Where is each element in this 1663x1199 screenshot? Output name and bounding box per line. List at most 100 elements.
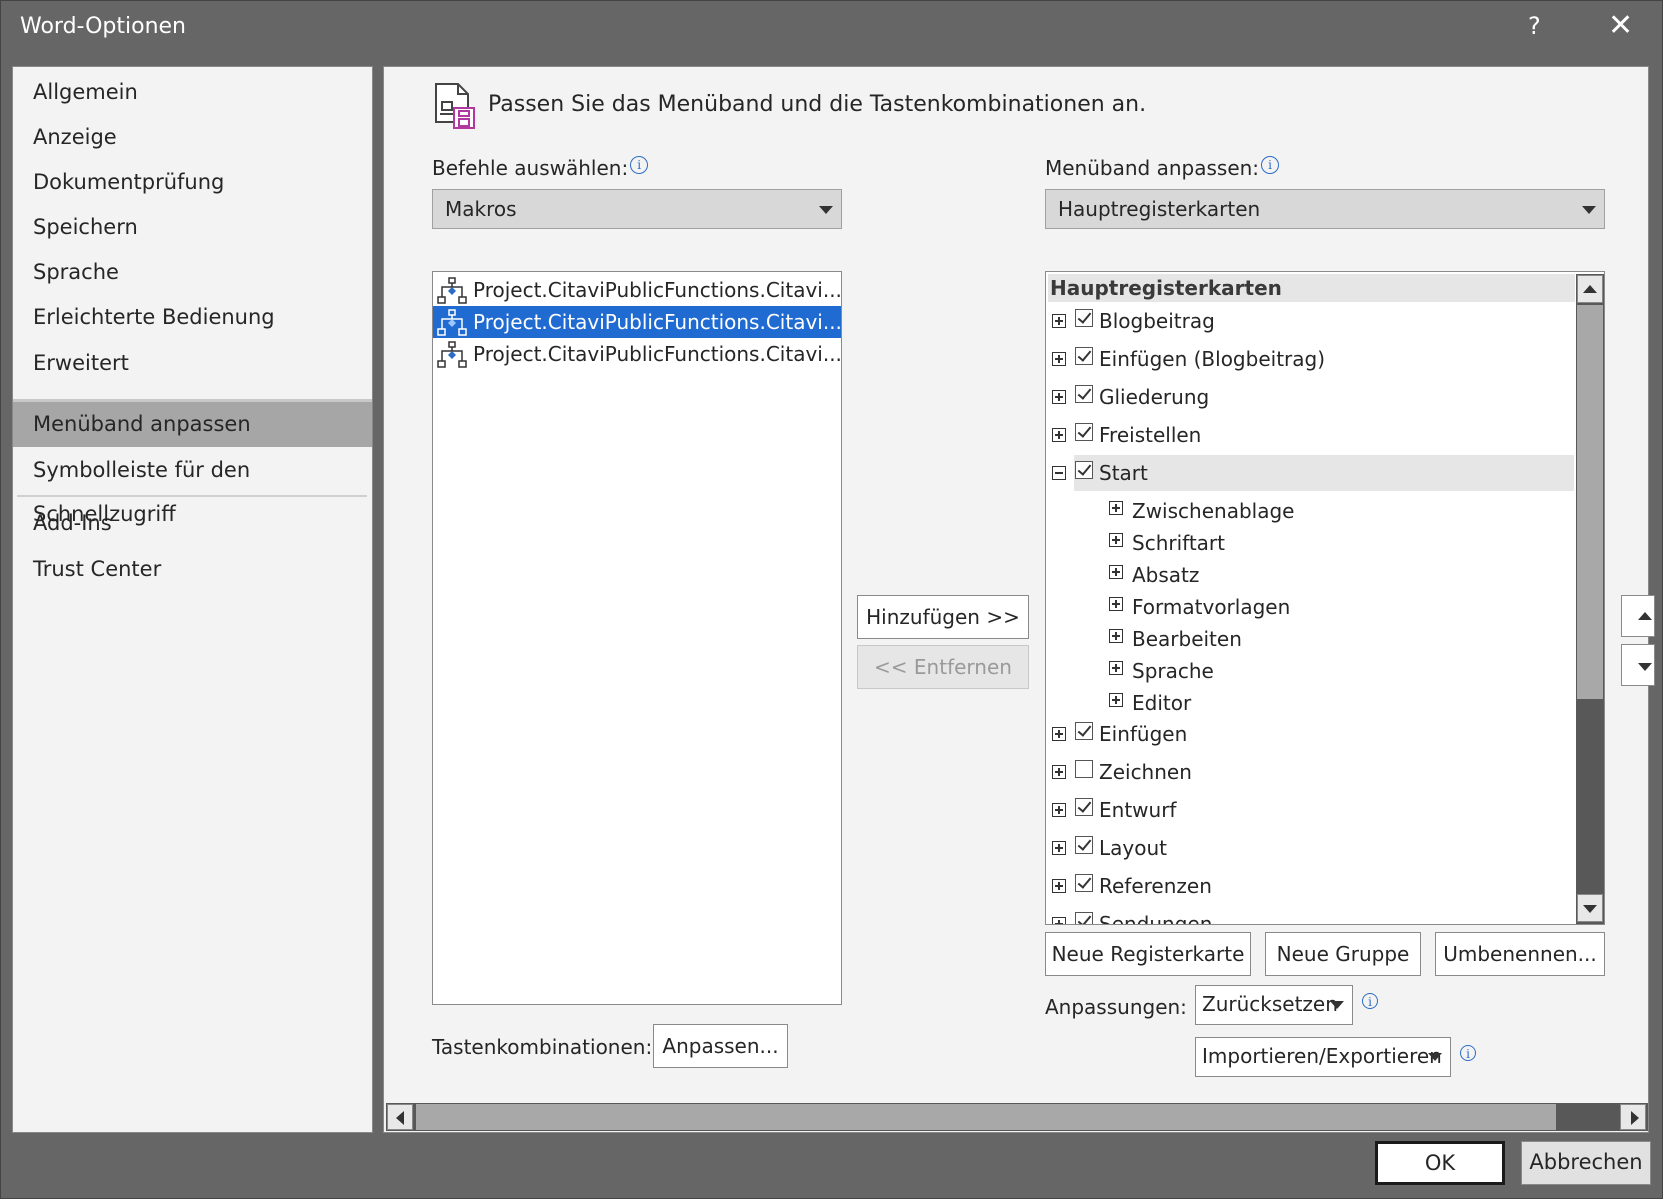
reset-dropdown[interactable]: Zurücksetzen <box>1195 985 1353 1025</box>
new-tab-button[interactable]: Neue Registerkarte <box>1045 932 1251 976</box>
info-icon[interactable]: i <box>1261 156 1280 174</box>
checkbox[interactable] <box>1075 874 1093 892</box>
tree-group-bearbeiten[interactable]: Bearbeiten <box>1046 623 1574 655</box>
ok-button[interactable]: OK <box>1375 1141 1505 1185</box>
tree-node-label: Zeichnen <box>1099 760 1192 784</box>
checkbox[interactable] <box>1075 722 1093 740</box>
list-item-label: Project.CitaviPublicFunctions.Citavi... <box>473 310 841 334</box>
tree-node-layout[interactable]: Layout <box>1046 830 1574 866</box>
expand-icon[interactable] <box>1052 390 1066 404</box>
tree-node-einfuegen-blog[interactable]: Einfügen (Blogbeitrag) <box>1046 341 1574 377</box>
expand-icon[interactable] <box>1052 428 1066 442</box>
expand-icon[interactable] <box>1109 565 1123 579</box>
ribbon-tree[interactable]: Hauptregisterkarten Blogbeitrag Einfügen… <box>1045 271 1605 925</box>
import-export-dropdown[interactable]: Importieren/Exportieren <box>1195 1037 1451 1077</box>
list-item-selected[interactable]: Project.CitaviPublicFunctions.Citavi... <box>433 306 841 338</box>
tree-node-start[interactable]: Start <box>1046 455 1574 491</box>
tree-node-label: Sprache <box>1132 659 1214 683</box>
tree-group-zwischenablage[interactable]: Zwischenablage <box>1046 495 1574 527</box>
move-down-button[interactable] <box>1621 644 1655 686</box>
sidebar-item-anzeige[interactable]: Anzeige <box>13 115 372 159</box>
checkbox[interactable] <box>1075 760 1093 778</box>
sidebar-item-erleichterte-bedienung[interactable]: Erleichterte Bedienung <box>13 295 372 339</box>
tree-node-referenzen[interactable]: Referenzen <box>1046 868 1574 904</box>
arrow-right-icon <box>1631 1111 1639 1125</box>
sidebar-item-dokumentpruefung[interactable]: Dokumentprüfung <box>13 160 372 204</box>
checkbox[interactable] <box>1075 912 1093 924</box>
tree-node-einfuegen[interactable]: Einfügen <box>1046 716 1574 752</box>
expand-icon[interactable] <box>1052 765 1066 779</box>
expand-icon[interactable] <box>1052 727 1066 741</box>
horizontal-scrollbar[interactable] <box>386 1103 1648 1131</box>
info-icon[interactable]: i <box>1362 993 1378 1009</box>
scroll-left-button[interactable] <box>387 1104 413 1130</box>
sidebar-item-speichern[interactable]: Speichern <box>13 205 372 249</box>
tree-node-gliederung[interactable]: Gliederung <box>1046 379 1574 415</box>
ribbon-label-text: Menüband anpassen: <box>1045 156 1260 180</box>
customize-shortcuts-button[interactable]: Anpassen... <box>653 1024 788 1068</box>
scroll-thumb[interactable] <box>1577 305 1603 699</box>
expand-icon[interactable] <box>1109 693 1123 707</box>
scroll-down-button[interactable] <box>1577 894 1603 922</box>
info-icon[interactable]: i <box>1460 1045 1476 1061</box>
tree-node-freistellen[interactable]: Freistellen <box>1046 417 1574 453</box>
new-group-button[interactable]: Neue Gruppe <box>1265 932 1421 976</box>
expand-icon[interactable] <box>1109 501 1123 515</box>
checkbox[interactable] <box>1075 347 1093 365</box>
checkbox[interactable] <box>1075 798 1093 816</box>
checkbox[interactable] <box>1075 836 1093 854</box>
expand-icon[interactable] <box>1052 314 1066 328</box>
add-button[interactable]: Hinzufügen >> <box>857 595 1029 639</box>
tree-node-entwurf[interactable]: Entwurf <box>1046 792 1574 828</box>
expand-icon[interactable] <box>1109 597 1123 611</box>
help-button[interactable]: ? <box>1528 12 1541 40</box>
expand-icon[interactable] <box>1109 661 1123 675</box>
scroll-thumb[interactable] <box>416 1104 1556 1130</box>
expand-icon[interactable] <box>1052 803 1066 817</box>
tree-group-sprache[interactable]: Sprache <box>1046 655 1574 687</box>
tree-node-sendungen[interactable]: Sendungen <box>1046 906 1574 924</box>
expand-icon[interactable] <box>1109 533 1123 547</box>
title-bar: Word-Optionen ? ✕ <box>0 0 1663 62</box>
info-icon[interactable]: i <box>630 156 649 174</box>
checkbox[interactable] <box>1075 309 1093 327</box>
close-button[interactable]: ✕ <box>1608 8 1633 43</box>
tree-node-blogbeitrag[interactable]: Blogbeitrag <box>1046 303 1574 339</box>
arrow-down-icon <box>1638 663 1652 671</box>
tree-scrollbar[interactable] <box>1576 274 1604 924</box>
sidebar-item-add-ins[interactable]: Add-Ins <box>13 501 372 545</box>
checkbox[interactable] <box>1075 385 1093 403</box>
rename-button[interactable]: Umbenennen... <box>1435 932 1605 976</box>
reset-label: Zurücksetzen <box>1202 992 1338 1016</box>
tree-group-absatz[interactable]: Absatz <box>1046 559 1574 591</box>
sidebar-separator <box>17 495 367 497</box>
expand-icon[interactable] <box>1052 352 1066 366</box>
sidebar-item-symbolleiste[interactable]: Symbolleiste für den Schnellzugriff <box>13 448 372 526</box>
sidebar-item-trust-center[interactable]: Trust Center <box>13 547 372 591</box>
move-up-button[interactable] <box>1621 595 1655 637</box>
expand-icon[interactable] <box>1109 629 1123 643</box>
tree-group-editor[interactable]: Editor <box>1046 687 1574 719</box>
checkbox[interactable] <box>1075 461 1093 479</box>
sidebar-item-allgemein[interactable]: Allgemein <box>13 70 372 114</box>
sidebar-item-menueband-anpassen[interactable]: Menüband anpassen <box>13 399 372 447</box>
tree-node-zeichnen[interactable]: Zeichnen <box>1046 754 1574 790</box>
list-item[interactable]: Project.CitaviPublicFunctions.Citavi... <box>433 274 841 306</box>
expand-icon[interactable] <box>1052 879 1066 893</box>
cancel-button[interactable]: Abbrechen <box>1521 1141 1651 1185</box>
expand-icon[interactable] <box>1052 917 1066 924</box>
commands-list[interactable]: Project.CitaviPublicFunctions.Citavi... … <box>432 271 842 1005</box>
tree-node-label: Formatvorlagen <box>1132 595 1291 619</box>
expand-icon[interactable] <box>1052 841 1066 855</box>
commands-dropdown[interactable]: Makros <box>432 189 842 229</box>
ribbon-dropdown[interactable]: Hauptregisterkarten <box>1045 189 1605 229</box>
sidebar-item-sprache[interactable]: Sprache <box>13 250 372 294</box>
scroll-right-button[interactable] <box>1620 1104 1646 1130</box>
list-item[interactable]: Project.CitaviPublicFunctions.Citavi... <box>433 338 841 370</box>
scroll-up-button[interactable] <box>1577 275 1603 303</box>
tree-group-formatvorlagen[interactable]: Formatvorlagen <box>1046 591 1574 623</box>
collapse-icon[interactable] <box>1052 466 1066 480</box>
checkbox[interactable] <box>1075 423 1093 441</box>
tree-group-schriftart[interactable]: Schriftart <box>1046 527 1574 559</box>
sidebar-item-erweitert[interactable]: Erweitert <box>13 341 372 385</box>
